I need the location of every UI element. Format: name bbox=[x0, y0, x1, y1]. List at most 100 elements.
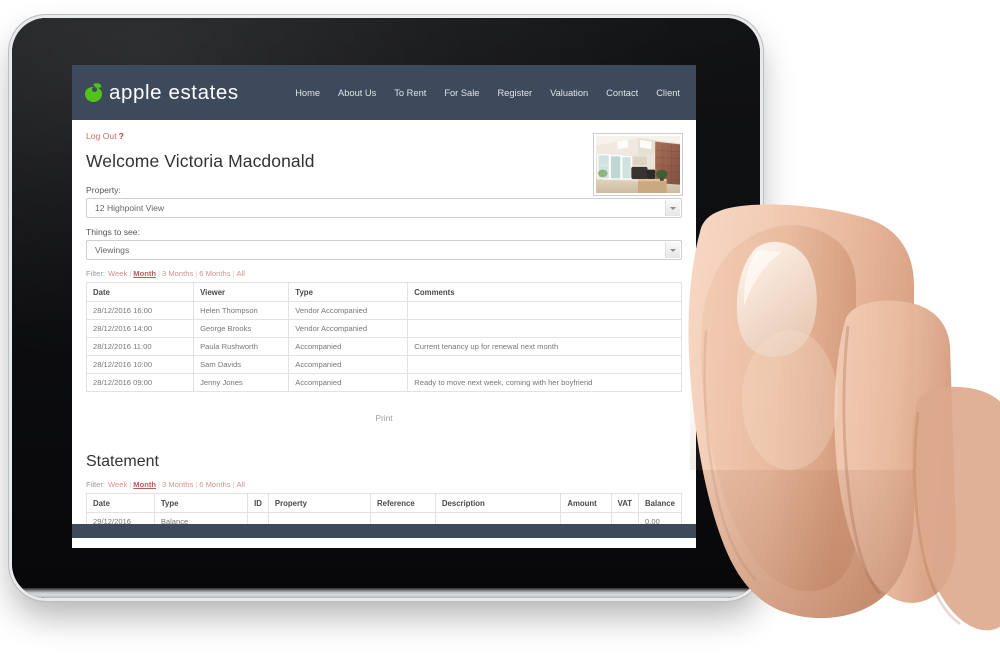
cell-viewer: Helen Thompson bbox=[193, 301, 290, 320]
statement-filter-month[interactable]: Month bbox=[133, 480, 156, 489]
index-finger bbox=[834, 300, 957, 603]
viewings-filter-3-months[interactable]: 3 Months bbox=[162, 269, 193, 278]
viewings-filter-6-months[interactable]: 6 Months bbox=[199, 269, 230, 278]
print-button[interactable]: Print bbox=[375, 413, 392, 423]
viewings-filter-all[interactable]: All bbox=[236, 269, 244, 278]
site-logo[interactable]: apple estates bbox=[85, 81, 239, 105]
statement-filter-3-months[interactable]: 3 Months bbox=[162, 480, 193, 489]
property-select[interactable]: 12 Highpoint View bbox=[86, 198, 682, 218]
table-row[interactable]: 28/12/2016 09:00 Jenny Jones Accompanied… bbox=[85, 373, 682, 392]
property-select-value: 12 Highpoint View bbox=[95, 203, 165, 213]
viewings-col-type: Type bbox=[288, 282, 409, 302]
cell-type: Accompanied bbox=[288, 373, 409, 392]
statement-col-description: Description bbox=[434, 493, 562, 513]
viewings-filter-month[interactable]: Month bbox=[133, 269, 156, 278]
scene: apple estates Home About Us To Rent For … bbox=[0, 0, 1000, 664]
statement-col-property: Property bbox=[267, 493, 371, 513]
nav-item-valuation[interactable]: Valuation bbox=[541, 88, 597, 98]
nav-item-home[interactable]: Home bbox=[286, 88, 329, 98]
filter-separator: | bbox=[158, 480, 161, 489]
cell-date: 28/12/2016 10:00 bbox=[85, 355, 195, 374]
chevron-down-icon[interactable] bbox=[665, 200, 680, 216]
things-to-see-select[interactable]: Viewings bbox=[86, 240, 682, 260]
filter-separator: | bbox=[158, 269, 161, 278]
finger-crease bbox=[842, 325, 882, 595]
site-header: apple estates Home About Us To Rent For … bbox=[72, 65, 696, 120]
filter-separator: | bbox=[129, 269, 132, 278]
filter-separator: | bbox=[195, 269, 198, 278]
statement-col-amount: Amount bbox=[560, 493, 612, 513]
cell-date: 28/12/2016 14:00 bbox=[85, 319, 195, 338]
property-interior-photo bbox=[596, 136, 680, 193]
cell-date: 28/12/2016 11:00 bbox=[85, 337, 195, 356]
statement-col-id: ID bbox=[247, 493, 269, 513]
things-to-see-field-label: Things to see: bbox=[86, 227, 140, 237]
filter-separator: | bbox=[232, 480, 235, 489]
cell-comments bbox=[407, 301, 682, 320]
cell-comments bbox=[407, 355, 682, 374]
cell-viewer: Sam Davids bbox=[193, 355, 290, 374]
statement-col-vat: VAT bbox=[610, 493, 640, 513]
table-row[interactable]: 28/12/2016 14:00 George Brooks Vendor Ac… bbox=[85, 319, 682, 338]
logout-row: Log Out? bbox=[86, 131, 682, 141]
cell-type: Vendor Accompanied bbox=[288, 319, 409, 338]
page-title: Welcome Victoria Macdonald bbox=[86, 151, 315, 171]
cell-comments: Current tenancy up for renewal next mont… bbox=[407, 337, 682, 356]
statement-filter-bar: Filter: Week | Month | 3 Months | 6 Months | All bbox=[86, 480, 682, 489]
things-to-see-select-value: Viewings bbox=[95, 245, 130, 255]
filter-separator: | bbox=[232, 269, 235, 278]
table-row[interactable]: 28/12/2016 10:00 Sam Davids Accompanied bbox=[85, 355, 682, 374]
middle-finger bbox=[911, 386, 1000, 631]
statement-col-balance: Balance bbox=[638, 493, 682, 513]
green-apple-icon bbox=[85, 82, 102, 102]
main-navigation: Home About Us To Rent For Sale Register … bbox=[286, 88, 682, 98]
cell-date: 28/12/2016 16:00 bbox=[85, 301, 195, 320]
statement-title: Statement bbox=[86, 453, 159, 470]
property-field-label: Property: bbox=[86, 185, 121, 195]
help-icon[interactable]: ? bbox=[119, 131, 124, 141]
finger-crease bbox=[913, 411, 961, 626]
statement-filter-week[interactable]: Week bbox=[108, 480, 127, 489]
cell-type: Accompanied bbox=[288, 337, 409, 356]
viewings-col-viewer: Viewer bbox=[193, 282, 290, 302]
site-footer bbox=[72, 524, 696, 538]
cell-date: 28/12/2016 09:00 bbox=[85, 373, 195, 392]
cell-comments bbox=[407, 319, 682, 338]
property-thumbnail bbox=[594, 134, 682, 195]
viewings-filter-bar: Filter: Week | Month | 3 Months | 6 Months | All bbox=[86, 269, 682, 278]
viewings-table-header-row: Date Viewer Type Comments bbox=[85, 282, 682, 302]
nav-item-about-us[interactable]: About Us bbox=[329, 88, 385, 98]
statement-col-type: Type bbox=[153, 493, 249, 513]
statement-col-reference: Reference bbox=[369, 493, 436, 513]
logo-text: apple estates bbox=[109, 80, 239, 104]
filter-separator: | bbox=[129, 480, 132, 489]
nav-item-register[interactable]: Register bbox=[488, 88, 541, 98]
viewings-col-date: Date bbox=[85, 282, 195, 302]
cell-type: Vendor Accompanied bbox=[288, 301, 409, 320]
logout-link[interactable]: Log Out bbox=[86, 131, 117, 141]
statement-filter-6-months[interactable]: 6 Months bbox=[199, 480, 230, 489]
cell-viewer: Jenny Jones bbox=[193, 373, 290, 392]
nav-item-for-sale[interactable]: For Sale bbox=[435, 88, 488, 98]
nav-item-to-rent[interactable]: To Rent bbox=[385, 88, 435, 98]
tablet-bottom-edge bbox=[12, 588, 760, 598]
page-body: Log Out? Welcome Victoria Macdonald Prop… bbox=[72, 120, 696, 538]
table-row[interactable]: 28/12/2016 16:00 Helen Thompson Vendor A… bbox=[85, 301, 682, 320]
cell-viewer: George Brooks bbox=[193, 319, 290, 338]
nav-item-contact[interactable]: Contact bbox=[597, 88, 647, 98]
viewings-filter-label: Filter: bbox=[86, 269, 105, 278]
chevron-down-icon[interactable] bbox=[665, 242, 680, 258]
cell-type: Accompanied bbox=[288, 355, 409, 374]
cell-viewer: Paula Rushworth bbox=[193, 337, 290, 356]
statement-table-header-row: Date Type ID Property Reference Descript… bbox=[86, 493, 682, 513]
tablet-device: apple estates Home About Us To Rent For … bbox=[12, 18, 760, 598]
statement-filter-label: Filter: bbox=[86, 480, 105, 489]
filter-separator: | bbox=[195, 480, 198, 489]
nav-item-client[interactable]: Client bbox=[647, 88, 682, 98]
statement-filter-all[interactable]: All bbox=[236, 480, 244, 489]
viewings-filter-week[interactable]: Week bbox=[108, 269, 127, 278]
table-row[interactable]: 28/12/2016 11:00 Paula Rushworth Accompa… bbox=[85, 337, 682, 356]
cell-comments: Ready to move next week, coming with her… bbox=[407, 373, 682, 392]
print-row: Print bbox=[86, 408, 682, 426]
viewings-table: Date Viewer Type Comments 28/12/2016 16:… bbox=[85, 282, 682, 392]
